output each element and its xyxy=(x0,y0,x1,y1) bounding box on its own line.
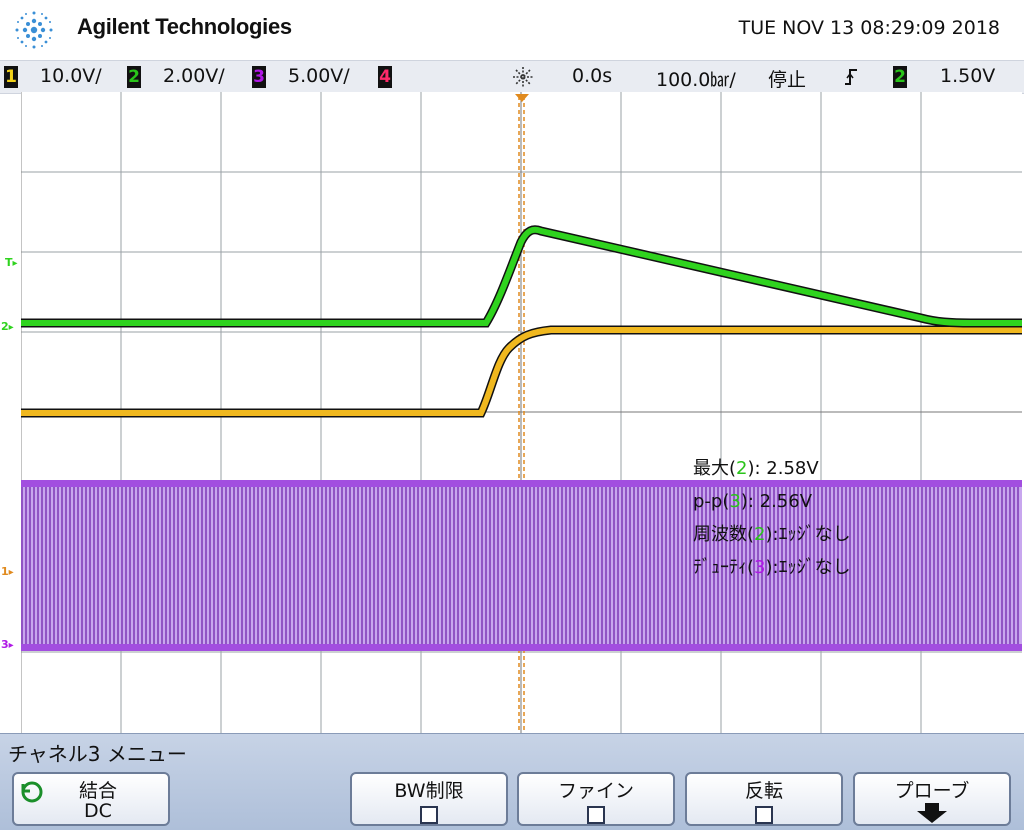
measurement-frequency-channel: 2 xyxy=(754,524,766,545)
trigger-source[interactable]: 2 xyxy=(893,66,907,88)
probe-softkey[interactable]: プローブ xyxy=(853,772,1011,826)
measurement-max-label: 最大( xyxy=(693,458,737,479)
brand-name: Agilent Technologies xyxy=(77,14,292,39)
measurement-max-channel: 2 xyxy=(736,458,748,479)
ch3-indicator[interactable]: 3 xyxy=(252,66,266,88)
ch3-ground-marker-label: 3 xyxy=(1,638,9,651)
measurement-duty-value: ):ｴｯｼﾞなし xyxy=(765,557,851,578)
measurement-frequency-label: 周波数( xyxy=(693,524,755,545)
arrow-down-icon xyxy=(917,803,947,823)
coupling-softkey[interactable]: 結合 DC xyxy=(12,772,170,826)
measurement-duty: ﾃﾞｭｰﾃｨ(3):ｴｯｼﾞなし xyxy=(693,551,851,584)
measurement-duty-label: ﾃﾞｭｰﾃｨ( xyxy=(693,557,755,578)
bw-limit-label: BW制限 xyxy=(394,780,464,802)
trigger-level-marker-label: T xyxy=(5,256,13,269)
fine-softkey[interactable]: ファイン xyxy=(517,772,675,826)
measurement-pp-label: p-p( xyxy=(693,491,730,512)
invert-checkbox[interactable] xyxy=(755,806,773,824)
bw-limit-checkbox[interactable] xyxy=(420,806,438,824)
ch1-ground-marker-label: 1 xyxy=(1,565,9,578)
trigger-level-marker: T▸ xyxy=(5,256,18,269)
agilent-spark-icon xyxy=(15,11,53,49)
measurement-frequency-value: ):ｴｯｼﾞなし xyxy=(765,524,851,545)
status-bar: 1 10.0V/ 2 2.00V/ 3 5.00V/ 4 0.0s 100.0㍴… xyxy=(0,60,1024,94)
measurement-max: 最大(2): 2.58V xyxy=(693,452,851,485)
menu-title: チャネル3 メニュー xyxy=(8,742,187,766)
rising-edge-icon xyxy=(845,69,857,85)
rotate-knob-icon xyxy=(21,781,43,803)
fine-label: ファイン xyxy=(557,780,634,802)
measurement-pp-value: ): 2.56V xyxy=(740,491,813,512)
timebase-value[interactable]: 100.0㍴/ xyxy=(656,65,736,92)
ch2-indicator[interactable]: 2 xyxy=(127,66,141,88)
ch1-ground-marker: 1▸ xyxy=(1,565,14,578)
probe-label: プローブ xyxy=(894,780,970,802)
run-state: 停止 xyxy=(768,69,807,91)
measurement-duty-channel: 3 xyxy=(754,557,766,578)
trigger-position-marker xyxy=(515,94,529,102)
invert-label: 反転 xyxy=(744,780,783,802)
measurement-pp-channel: 3 xyxy=(729,491,741,512)
ch2-scale[interactable]: 2.00V/ xyxy=(163,65,225,87)
measurement-pp: p-p(3): 2.56V xyxy=(693,485,851,518)
trigger-star-icon xyxy=(513,67,533,87)
bw-limit-softkey[interactable]: BW制限 xyxy=(350,772,508,826)
graticule xyxy=(21,92,1022,733)
ch3-trace xyxy=(21,480,1022,651)
ch2-ground-marker-label: 2 xyxy=(1,320,9,333)
invert-softkey[interactable]: 反転 xyxy=(685,772,843,826)
ch3-ground-marker: 3▸ xyxy=(1,638,14,651)
measurements-panel: 最大(2): 2.58V p-p(3): 2.56V 周波数(2):ｴｯｼﾞなし… xyxy=(693,452,851,584)
header-bar: Agilent Technologies TUE NOV 13 08:29:09… xyxy=(0,0,1024,60)
ch1-indicator[interactable]: 1 xyxy=(4,66,18,88)
ch3-scale[interactable]: 5.00V/ xyxy=(288,65,350,87)
waveform-display[interactable] xyxy=(21,92,1022,733)
trigger-level[interactable]: 1.50V xyxy=(940,65,995,87)
measurement-max-value: ): 2.58V xyxy=(747,458,819,479)
fine-checkbox[interactable] xyxy=(587,806,605,824)
softkey-bar: チャネル3 メニュー 結合 DC BW制限 ファイン 反転 プローブ xyxy=(0,733,1024,830)
ch1-scale[interactable]: 10.0V/ xyxy=(40,65,102,87)
ch4-indicator[interactable]: 4 xyxy=(378,66,392,88)
measurement-frequency: 周波数(2):ｴｯｼﾞなし xyxy=(693,518,851,551)
datetime: TUE NOV 13 08:29:09 2018 xyxy=(738,17,1000,39)
ch2-ground-marker: 2▸ xyxy=(1,320,14,333)
delay-value[interactable]: 0.0s xyxy=(572,65,612,87)
